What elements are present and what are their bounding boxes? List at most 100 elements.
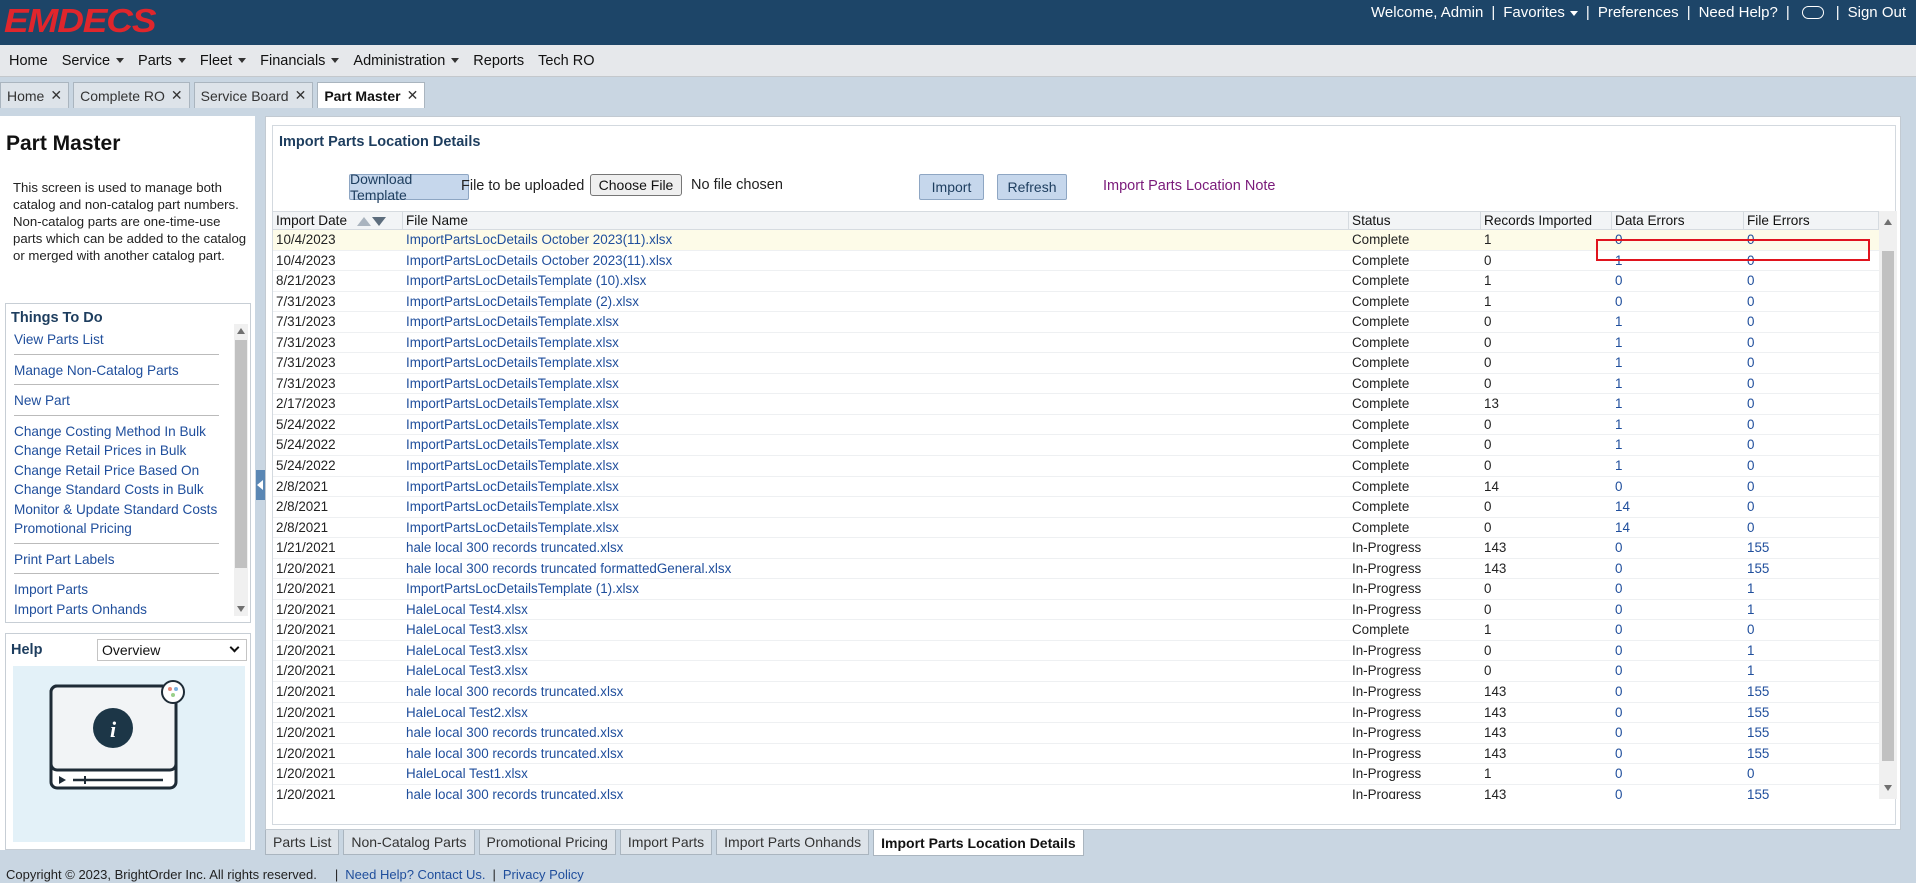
table-cell-link[interactable]: 155: [1744, 682, 1879, 702]
column-header[interactable]: File Errors: [1744, 212, 1879, 231]
menu-financials[interactable]: Financials: [260, 53, 340, 69]
table-cell-link[interactable]: 0: [1612, 600, 1744, 620]
table-cell-link[interactable]: ImportPartsLocDetailsTemplate.xlsx: [403, 394, 1349, 414]
table-cell-link[interactable]: ImportPartsLocDetails October 2023(11).x…: [403, 230, 1349, 250]
table-row[interactable]: 5/24/2022 ImportPartsLocDetailsTemplate.x…: [273, 435, 1879, 457]
table-cell-link[interactable]: ImportPartsLocDetailsTemplate.xlsx: [403, 333, 1349, 353]
table-cell-link[interactable]: 0: [1612, 744, 1744, 764]
close-icon[interactable]: ✕: [295, 87, 307, 104]
subtab-import-parts-location-details[interactable]: Import Parts Location Details: [873, 830, 1084, 856]
table-cell-link[interactable]: 0: [1744, 415, 1879, 435]
table-row[interactable]: 1/20/2021 HaleLocal Test3.xlsx Complete 1 0 0: [273, 620, 1879, 641]
table-cell-link[interactable]: HaleLocal Test2.xlsx: [403, 703, 1349, 723]
table-cell-link[interactable]: ImportPartsLocDetailsTemplate.xlsx: [403, 456, 1349, 476]
table-cell-link[interactable]: 0: [1612, 661, 1744, 681]
table-scrollbar[interactable]: [1879, 211, 1897, 799]
table-cell-link[interactable]: ImportPartsLocDetailsTemplate.xlsx: [403, 477, 1349, 497]
menu-fleet[interactable]: Fleet: [200, 53, 247, 69]
import-note-link[interactable]: Import Parts Location Note: [1103, 178, 1275, 194]
table-cell-link[interactable]: 0: [1612, 538, 1744, 558]
help-topic-select[interactable]: Overview: [97, 639, 247, 661]
table-row[interactable]: 5/24/2022 ImportPartsLocDetailsTemplate.x…: [273, 415, 1879, 436]
table-row[interactable]: 7/31/2023 ImportPartsLocDetailsTemplate.x…: [273, 353, 1879, 374]
table-cell-link[interactable]: 1: [1744, 641, 1879, 661]
table-cell-link[interactable]: ImportPartsLocDetailsTemplate (2).xlsx: [403, 292, 1349, 312]
subtab-import-parts-onhands[interactable]: Import Parts Onhands: [716, 830, 870, 855]
table-cell-link[interactable]: ImportPartsLocDetailsTemplate (1).xlsx: [403, 579, 1349, 599]
table-row[interactable]: 7/31/2023 ImportPartsLocDetailsTemplate.x…: [273, 312, 1879, 333]
favorites-menu[interactable]: Favorites: [1503, 4, 1578, 21]
table-cell-link[interactable]: hale local 300 records truncated.xlsx: [403, 744, 1349, 764]
close-icon[interactable]: ✕: [171, 87, 183, 104]
collapse-panel-handle[interactable]: [256, 470, 265, 500]
table-cell-link[interactable]: ImportPartsLocDetailsTemplate.xlsx: [403, 312, 1349, 332]
preferences-link[interactable]: Preferences: [1598, 4, 1679, 21]
table-cell-link[interactable]: 155: [1744, 538, 1879, 558]
things-link[interactable]: Change Costing Method In Bulk: [14, 422, 224, 442]
table-cell-link[interactable]: 1: [1612, 394, 1744, 414]
table-cell-link[interactable]: 0: [1744, 435, 1879, 455]
table-cell-link[interactable]: 155: [1744, 785, 1879, 799]
close-icon[interactable]: ✕: [50, 87, 62, 104]
table-cell-link[interactable]: 1: [1612, 312, 1744, 332]
table-row[interactable]: 1/20/2021 hale local 300 records truncate…: [273, 723, 1879, 744]
choose-file-button[interactable]: Choose File: [590, 174, 682, 196]
column-header[interactable]: File Name: [403, 212, 1349, 231]
things-link[interactable]: Monitor & Update Standard Costs: [14, 500, 224, 520]
things-link[interactable]: Import Parts Onhands: [14, 600, 224, 620]
scroll-down-icon[interactable]: [1884, 785, 1892, 791]
sort-asc-icon[interactable]: [357, 217, 372, 226]
table-cell-link[interactable]: 0: [1612, 764, 1744, 784]
table-cell-link[interactable]: 0: [1744, 353, 1879, 373]
menu-administration[interactable]: Administration: [353, 53, 460, 69]
column-header[interactable]: Import Date: [273, 212, 403, 231]
privacy-policy-link[interactable]: Privacy Policy: [503, 867, 584, 882]
table-row[interactable]: 7/31/2023 ImportPartsLocDetailsTemplate.x…: [273, 374, 1879, 395]
table-cell-link[interactable]: 1: [1612, 415, 1744, 435]
table-cell-link[interactable]: 0: [1612, 682, 1744, 702]
table-cell-link[interactable]: ImportPartsLocDetailsTemplate.xlsx: [403, 353, 1349, 373]
table-cell-link[interactable]: 0: [1744, 456, 1879, 476]
table-cell-link[interactable]: 0: [1612, 579, 1744, 599]
table-cell-link[interactable]: HaleLocal Test3.xlsx: [403, 620, 1349, 640]
table-cell-link[interactable]: HaleLocal Test4.xlsx: [403, 600, 1349, 620]
table-cell-link[interactable]: ImportPartsLocDetails October 2023(11).x…: [403, 251, 1349, 271]
things-link[interactable]: Import Parts: [14, 580, 224, 600]
things-link[interactable]: Promotional Pricing: [14, 519, 224, 539]
table-row[interactable]: 7/31/2023 ImportPartsLocDetailsTemplate (…: [273, 292, 1879, 313]
table-row[interactable]: 1/20/2021 HaleLocal Test3.xlsx In-Progress…: [273, 661, 1879, 683]
table-cell-link[interactable]: 0: [1744, 374, 1879, 394]
table-cell-link[interactable]: 14: [1612, 518, 1744, 538]
table-row[interactable]: 1/20/2021 HaleLocal Test4.xlsx In-Progress…: [273, 600, 1879, 621]
table-row[interactable]: 5/24/2022 ImportPartsLocDetailsTemplate.x…: [273, 456, 1879, 477]
table-cell-link[interactable]: 155: [1744, 559, 1879, 579]
table-cell-link[interactable]: 1: [1612, 353, 1744, 373]
table-cell-link[interactable]: ImportPartsLocDetailsTemplate.xlsx: [403, 518, 1349, 538]
table-cell-link[interactable]: 0: [1612, 559, 1744, 579]
table-cell-link[interactable]: 0: [1744, 497, 1879, 517]
table-cell-link[interactable]: hale local 300 records truncated formatt…: [403, 559, 1349, 579]
table-cell-link[interactable]: 0: [1744, 394, 1879, 414]
close-icon[interactable]: ✕: [407, 87, 419, 104]
things-link[interactable]: Change Standard Costs in Bulk: [14, 480, 224, 500]
table-cell-link[interactable]: 0: [1612, 477, 1744, 497]
import-button[interactable]: Import: [919, 174, 984, 200]
table-cell-link[interactable]: 0: [1612, 620, 1744, 640]
column-header[interactable]: Records Imported: [1481, 212, 1612, 231]
table-cell-link[interactable]: 0: [1744, 620, 1879, 640]
things-scrollbar[interactable]: [234, 324, 248, 616]
table-cell-link[interactable]: 1: [1612, 435, 1744, 455]
table-cell-link[interactable]: 1: [1612, 333, 1744, 353]
menu-parts[interactable]: Parts: [138, 53, 186, 69]
table-cell-link[interactable]: 1: [1612, 456, 1744, 476]
table-cell-link[interactable]: 155: [1744, 703, 1879, 723]
refresh-button[interactable]: Refresh: [997, 174, 1067, 200]
tab-home[interactable]: Home ✕: [0, 82, 70, 108]
table-cell-link[interactable]: HaleLocal Test3.xlsx: [403, 661, 1349, 681]
table-row[interactable]: 2/8/2021 ImportPartsLocDetailsTemplate.xl…: [273, 518, 1879, 539]
table-cell-link[interactable]: 0: [1744, 271, 1879, 291]
table-cell-link[interactable]: hale local 300 records truncated.xlsx: [403, 785, 1349, 799]
table-cell-link[interactable]: HaleLocal Test3.xlsx: [403, 641, 1349, 661]
things-link[interactable]: Print Part Labels: [14, 550, 224, 570]
scroll-thumb[interactable]: [235, 340, 247, 568]
